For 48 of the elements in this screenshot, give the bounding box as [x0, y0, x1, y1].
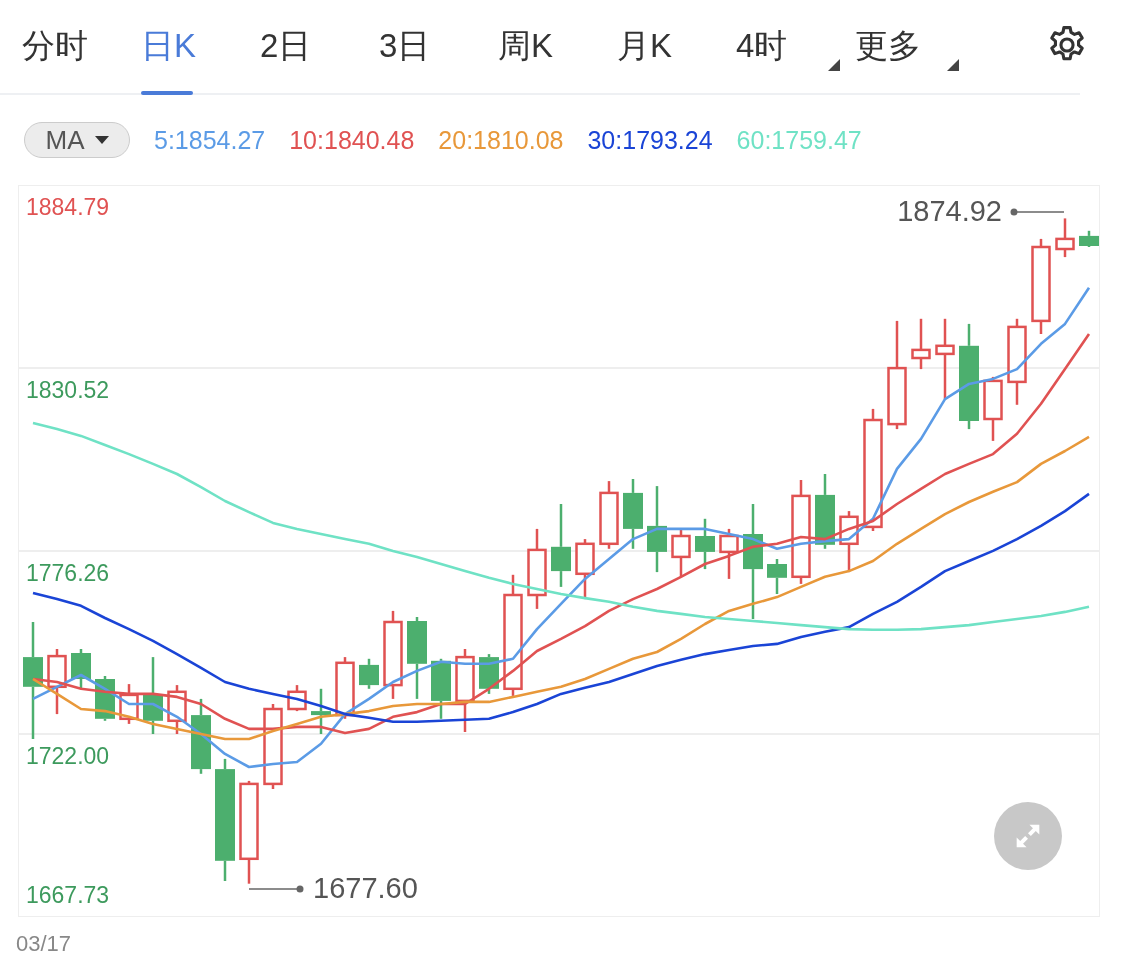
dropdown-corner-icon	[947, 59, 959, 71]
x-axis-label: 03/17	[16, 931, 72, 956]
candlestick	[47, 649, 67, 715]
candlestick	[839, 511, 859, 573]
candlestick	[719, 528, 739, 579]
y-axis-label: 1830.52	[26, 377, 110, 404]
candlestick	[1055, 218, 1075, 258]
candlestick	[359, 658, 379, 689]
tab[interactable]: 2日	[260, 0, 379, 94]
candlestick	[599, 481, 619, 549]
caret-icon	[94, 136, 109, 144]
tab[interactable]: 4时	[736, 0, 855, 94]
tab[interactable]: 日K	[141, 0, 260, 94]
y-axis-label: 1722.00	[26, 743, 110, 770]
tab[interactable]: 3日	[379, 0, 498, 94]
indicator-dropdown[interactable]: MA	[24, 122, 130, 158]
ma-value: 60:1759.47	[736, 125, 862, 155]
leader-line	[1010, 208, 1065, 216]
candlestick	[71, 649, 91, 689]
leader-line	[248, 885, 304, 893]
y-axis-label: 1667.73	[26, 882, 110, 909]
ma-value: 30:1793.24	[587, 125, 713, 155]
candlestick	[431, 658, 451, 719]
low-price-label: 1677.60	[313, 872, 418, 905]
tab[interactable]: 更多	[855, 0, 974, 94]
candlestick	[911, 318, 931, 370]
candlestick	[671, 528, 691, 577]
candlestick	[311, 688, 331, 734]
candlestick	[695, 518, 715, 570]
candlestick	[287, 685, 307, 712]
high-price-label: 1874.92	[897, 195, 1002, 228]
candlestick	[983, 376, 1003, 441]
candlestick	[1079, 230, 1099, 247]
candlestick	[623, 479, 643, 549]
ma-value: 20:1810.08	[438, 125, 564, 155]
tab[interactable]: 分时	[22, 0, 141, 94]
candlestick	[335, 657, 355, 719]
y-axis-label: 1884.79	[26, 194, 110, 221]
candlestick	[767, 559, 787, 594]
ma-value: 5:1854.27	[154, 125, 266, 155]
tab[interactable]: 月K	[617, 0, 736, 94]
candlestick	[167, 685, 187, 734]
candlestick	[119, 684, 139, 724]
tab[interactable]: 周K	[498, 0, 617, 94]
candlestick	[575, 539, 595, 600]
dropdown-corner-icon	[828, 59, 840, 71]
ma-value: 10:1840.48	[289, 125, 415, 155]
y-axis-label: 1776.26	[26, 560, 110, 587]
